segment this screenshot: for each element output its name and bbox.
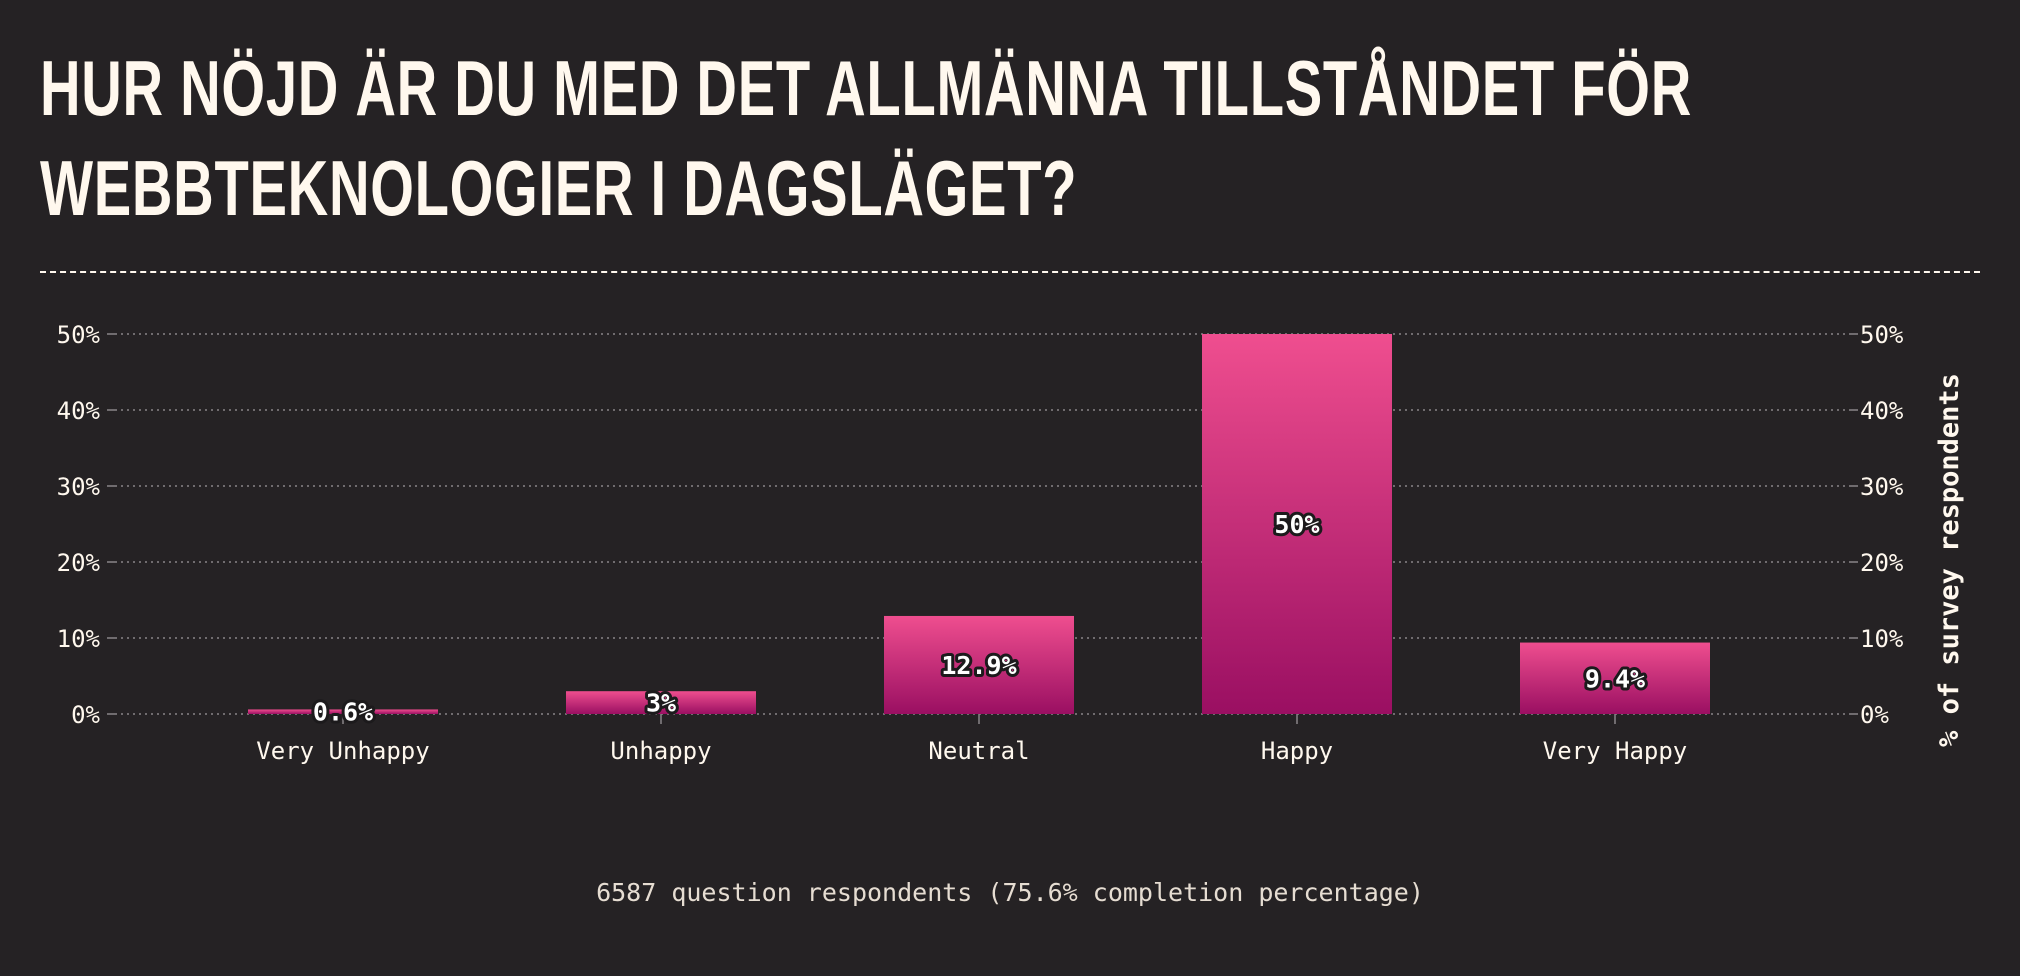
- x-tick-label: Happy: [1261, 737, 1333, 765]
- bar-value-label: 12.9%: [941, 651, 1016, 680]
- bar-value-label: 3%: [646, 689, 676, 718]
- bar-chart: 0% 0% 10% 10% 20% 20% 30% 30% 40% 40% 50% 50% Very U…: [57, 321, 1965, 765]
- y-tick-label-right: 40%: [1860, 397, 1904, 425]
- x-tick-label: Very Unhappy: [256, 737, 429, 765]
- y-tick-label-right: 10%: [1860, 625, 1904, 653]
- y-tick-label-left: 40%: [57, 397, 101, 425]
- y-tick-label-left: 0%: [71, 701, 100, 729]
- y-tick-label-right: 0%: [1860, 701, 1889, 729]
- y-axis-title: % of survey respondents: [1934, 373, 1965, 747]
- bar-value-label: 50%: [1274, 510, 1319, 539]
- respondents-note: 6587 question respondents (75.6% complet…: [596, 878, 1424, 907]
- y-tick-label-left: 20%: [57, 549, 101, 577]
- y-tick-label-right: 50%: [1860, 321, 1904, 349]
- y-tick-label-left: 50%: [57, 321, 101, 349]
- y-tick-label-left: 30%: [57, 473, 101, 501]
- x-tick-label: Neutral: [928, 737, 1029, 765]
- bar-value-label: 0.6%: [313, 698, 373, 727]
- y-tick-label-right: 30%: [1860, 473, 1904, 501]
- y-tick-label-right: 20%: [1860, 549, 1904, 577]
- bar-value-label: 9.4%: [1585, 664, 1645, 693]
- x-tick-label: Unhappy: [610, 737, 711, 765]
- y-tick-label-left: 10%: [57, 625, 101, 653]
- x-tick-label: Very Happy: [1543, 737, 1688, 765]
